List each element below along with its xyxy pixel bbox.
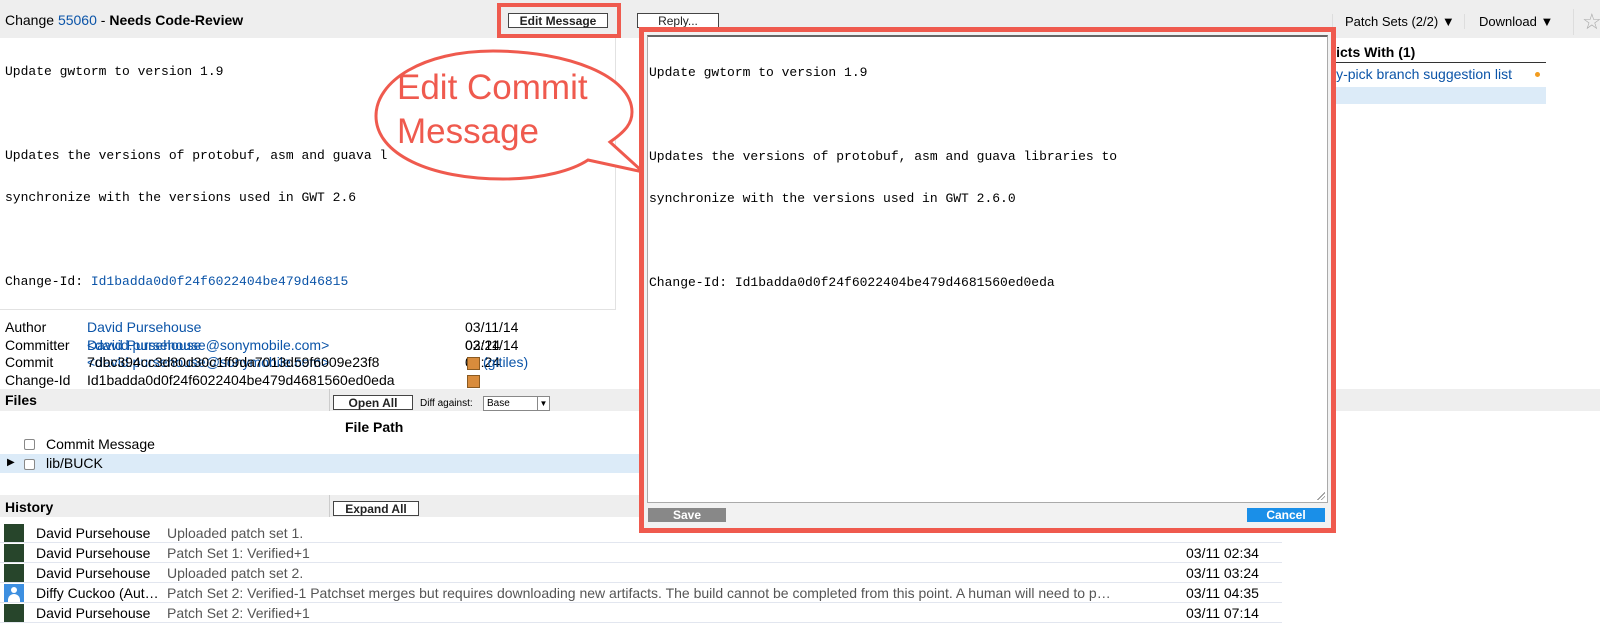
caret-down-icon: ▼: [1540, 14, 1554, 29]
details-table: Author David Pursehouse <david.pursehous…: [5, 319, 528, 390]
history-row[interactable]: David Pursehouse Patch Set 1: Verified+1…: [0, 543, 1282, 563]
change-id-row: Change-Id Id1badda0d0f24f6022404be479d46…: [5, 371, 480, 390]
copy-icon[interactable]: [467, 357, 480, 370]
avatar: [4, 544, 24, 562]
history-row[interactable]: David Pursehouse Patch Set 2: Verified+1…: [0, 603, 1282, 623]
files-divider: [329, 389, 330, 411]
history-date: 03/11 07:14: [1186, 605, 1259, 621]
history-row[interactable]: David Pursehouse Uploaded patch set 2. 0…: [0, 563, 1282, 583]
change-id-label: Change-Id: [5, 371, 71, 388]
copy-icon[interactable]: [467, 374, 480, 388]
change-title: Change 55060 - Needs Code-Review: [5, 12, 243, 28]
history-message: Uploaded patch set 2.: [167, 565, 304, 581]
commit-message-text: Update gwtorm to version 1.9 Updates the…: [5, 37, 387, 303]
history-author: Diffy Cuckoo (Aut…: [36, 585, 159, 601]
editor-line-2: Updates the versions of protobuf, asm an…: [649, 149, 1118, 164]
diff-against-label: Diff against:: [420, 398, 473, 409]
expand-all-button[interactable]: Expand All: [333, 501, 419, 516]
diff-against-select[interactable]: Base ▼: [483, 396, 550, 411]
conflicts-row-highlight: [1319, 87, 1546, 104]
commit-label: Commit: [5, 354, 54, 370]
editor-line-4: Change-Id: Id1badda0d0f24f6022404be479d4…: [649, 275, 1055, 290]
change-id-value: Id1badda0d0f24f6022404be479d4681560ed0ed…: [87, 371, 395, 388]
avatar: [4, 604, 24, 622]
editor-line-1: Update gwtorm to version 1.9: [649, 65, 868, 80]
history-message: Uploaded patch set 1.: [167, 525, 304, 541]
gitiles-link[interactable]: (gitiles): [483, 354, 528, 372]
history-author: David Pursehouse: [36, 605, 151, 621]
file-row-commit-message[interactable]: Commit Message: [0, 434, 640, 453]
file-checkbox[interactable]: [24, 459, 35, 470]
cancel-button[interactable]: Cancel: [1247, 508, 1325, 522]
conflicts-underline: [1319, 62, 1546, 63]
caret-down-icon: ▼: [1441, 14, 1455, 29]
file-path-header: File Path: [345, 419, 404, 435]
edit-message-highlight: [497, 3, 621, 38]
save-button[interactable]: Save: [648, 508, 726, 522]
reply-button[interactable]: Reply...: [637, 13, 719, 28]
history-message: Patch Set 2: Verified-1 Patchset merges …: [167, 585, 1111, 601]
commit-row: Commit 7dbc394cc3d80d30c1ff9da7013d59f60…: [5, 354, 528, 372]
file-row-lib-buck[interactable]: ▶ lib/BUCK: [0, 454, 640, 473]
change-status: Needs Code-Review: [109, 12, 244, 28]
diff-against-value: Base: [487, 398, 510, 409]
commit-line-3: synchronize with the versions used in GW…: [5, 190, 357, 205]
file-checkbox[interactable]: [24, 439, 35, 450]
history-divider: [329, 495, 330, 517]
history-date: 03/11 02:34: [1186, 545, 1259, 561]
resize-handle-icon[interactable]: [1316, 491, 1325, 500]
history-author: David Pursehouse: [36, 545, 151, 561]
commit-value: 7dbc394cc3d80d30c1ff9da7013d59f6009e23f8: [87, 354, 380, 370]
change-prefix: Change: [5, 12, 55, 28]
file-name: lib/BUCK: [46, 455, 103, 471]
history-message: Patch Set 2: Verified+1: [167, 605, 310, 621]
editor-line-3: synchronize with the versions used in GW…: [649, 191, 1016, 206]
edit-message-dialog: Update gwtorm to version 1.9 Updates the…: [639, 27, 1336, 533]
author-label: Author: [5, 319, 47, 335]
select-arrow-icon: ▼: [537, 397, 549, 410]
history-date: 03/11 04:35: [1186, 585, 1259, 601]
editor-text: Update gwtorm to version 1.9 Updates the…: [649, 38, 1117, 318]
avatar: [4, 524, 24, 542]
history-author: David Pursehouse: [36, 525, 151, 541]
callout-line-1: Edit Commit: [397, 68, 588, 107]
commit-change-id: Change-Id: Id1badda0d0f24f6022404be479d4…: [5, 274, 349, 289]
history-date: 03/11 03:24: [1186, 565, 1259, 581]
download-dropdown[interactable]: Download ▼: [1464, 14, 1553, 29]
committer-label: Committer: [5, 336, 70, 353]
message-textarea[interactable]: Update gwtorm to version 1.9 Updates the…: [647, 35, 1328, 503]
commit-change-id-link[interactable]: Id1badda0d0f24f6022404be479d46815: [91, 274, 348, 289]
open-all-button[interactable]: Open All: [333, 395, 413, 410]
callout-text: Edit Commit Message: [397, 66, 588, 154]
download-label: Download: [1479, 14, 1537, 29]
patch-sets-label: Patch Sets (2/2): [1345, 14, 1439, 29]
author-row: Author David Pursehouse <david.pursehous…: [5, 319, 518, 353]
callout-line-2: Message: [397, 112, 540, 151]
commit-line-2: Updates the versions of protobuf, asm an…: [5, 148, 388, 163]
avatar-person-icon: [4, 584, 24, 602]
history-author: David Pursehouse: [36, 565, 151, 581]
history-title: History: [5, 499, 54, 515]
file-name: Commit Message: [46, 436, 155, 452]
cherry-pick-link[interactable]: erry-pick branch suggestion list: [1319, 66, 1512, 82]
commit-line-1: Update gwtorm to version 1.9: [5, 64, 224, 79]
star-icon[interactable]: ☆: [1573, 9, 1600, 35]
committer-row: Committer David Pursehouse <david.purseh…: [5, 336, 518, 371]
history-row[interactable]: Diffy Cuckoo (Aut… Patch Set 2: Verified…: [0, 583, 1282, 603]
files-title: Files: [5, 392, 37, 408]
change-sep: -: [100, 12, 106, 28]
history-message: Patch Set 1: Verified+1: [167, 545, 310, 561]
patch-sets-dropdown[interactable]: Patch Sets (2/2) ▼: [1332, 14, 1455, 29]
avatar: [4, 564, 24, 582]
expand-arrow-icon[interactable]: ▶: [7, 457, 15, 468]
status-dot-icon: [1535, 72, 1540, 77]
change-number-link[interactable]: 55060: [58, 12, 97, 28]
